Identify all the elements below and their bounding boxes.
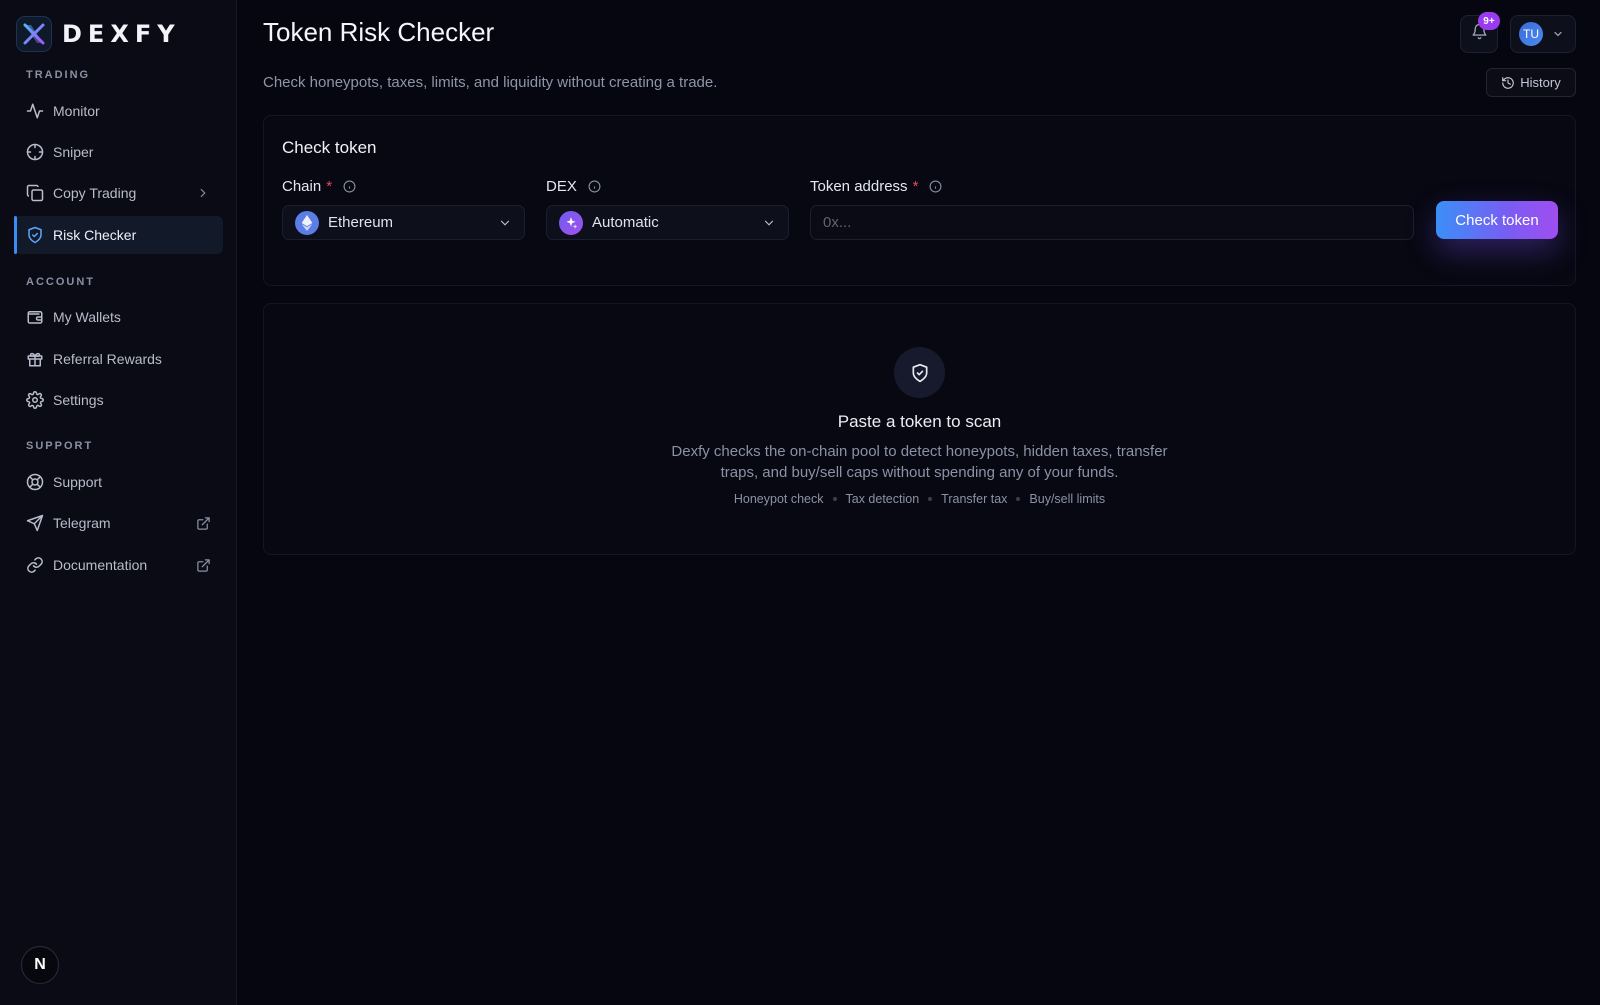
- chain-label-text: Chain: [282, 178, 322, 195]
- copy-icon: [26, 184, 44, 202]
- section-label-trading: TRADING: [26, 69, 91, 81]
- sidebar-item-settings[interactable]: Settings: [14, 381, 223, 419]
- sidebar-item-risk-checker[interactable]: Risk Checker: [14, 216, 223, 254]
- chevron-down-icon: [762, 216, 776, 235]
- brand-name: DEXFY: [62, 20, 181, 48]
- info-icon[interactable]: [929, 180, 942, 193]
- feature-tag: Tax detection: [845, 492, 920, 506]
- dex-select-value: Automatic: [592, 214, 659, 231]
- external-link-icon: [195, 557, 211, 573]
- sidebar-item-label: My Wallets: [53, 309, 121, 325]
- card-title: Check token: [282, 138, 377, 157]
- required-marker: *: [912, 178, 919, 195]
- dex-label: DEX: [546, 178, 601, 195]
- chain-label: Chain *: [282, 178, 356, 195]
- info-icon[interactable]: [588, 180, 601, 193]
- sidebar-item-label: Support: [53, 474, 103, 490]
- chevron-down-icon: [498, 216, 512, 235]
- separator-dot: [832, 497, 837, 501]
- shield-check-icon: [26, 226, 44, 244]
- check-token-button[interactable]: Check token: [1436, 201, 1558, 239]
- section-label-support: SUPPORT: [26, 440, 94, 452]
- shield-check-icon: [894, 347, 945, 398]
- sidebar-item-label: Referral Rewards: [53, 351, 162, 367]
- sidebar: DEXFY TRADING Monitor Sniper Copy Tradin…: [0, 0, 237, 1005]
- wallet-icon: [26, 308, 44, 326]
- link-icon: [26, 556, 44, 574]
- history-button[interactable]: History: [1486, 68, 1576, 97]
- empty-state-title: Paste a token to scan: [837, 412, 1002, 431]
- sidebar-item-label: Monitor: [53, 103, 100, 119]
- page-title: Token Risk Checker: [263, 17, 495, 47]
- feature-tag: Transfer tax: [941, 492, 1008, 506]
- sidebar-item-support[interactable]: Support: [14, 463, 223, 501]
- sidebar-item-sniper[interactable]: Sniper: [14, 133, 223, 171]
- dexfy-logo-icon: [16, 16, 52, 52]
- sidebar-item-label: Copy Trading: [53, 185, 137, 201]
- separator-dot: [1016, 497, 1021, 501]
- sidebar-item-copy-trading[interactable]: Copy Trading: [14, 174, 223, 212]
- chevron-down-icon: [1552, 28, 1564, 40]
- required-marker: *: [326, 178, 333, 195]
- lifebuoy-icon: [26, 473, 44, 491]
- sidebar-item-label: Settings: [53, 392, 104, 408]
- send-icon: [26, 514, 44, 532]
- section-label-account: ACCOUNT: [26, 276, 95, 288]
- sidebar-item-referral-rewards[interactable]: Referral Rewards: [14, 340, 223, 378]
- chevron-right-icon: [195, 185, 211, 201]
- sidebar-item-monitor[interactable]: Monitor: [14, 92, 223, 130]
- sidebar-item-label: Documentation: [53, 557, 148, 573]
- feature-tags: Honeypot check Tax detection Transfer ta…: [264, 492, 1575, 506]
- history-icon: [1501, 76, 1520, 90]
- sidebar-item-label: Risk Checker: [53, 227, 137, 243]
- external-link-icon: [195, 515, 211, 531]
- user-menu-button[interactable]: TU: [1510, 15, 1576, 53]
- sidebar-item-label: Sniper: [53, 144, 94, 160]
- sidebar-item-telegram[interactable]: Telegram: [14, 504, 223, 542]
- chain-select[interactable]: Ethereum: [282, 205, 525, 240]
- gear-icon: [26, 391, 44, 409]
- chain-select-value: Ethereum: [328, 214, 394, 231]
- brand-logo[interactable]: DEXFY: [16, 16, 181, 52]
- info-icon[interactable]: [343, 180, 356, 193]
- page-subtitle: Check honeypots, taxes, limits, and liqu…: [263, 74, 718, 91]
- token-address-label: Token address *: [810, 178, 942, 195]
- feature-tag: Honeypot check: [733, 492, 824, 506]
- dex-select[interactable]: Automatic: [546, 205, 789, 240]
- check-token-card: Check token Chain * Ethereum DEX Automat…: [263, 115, 1576, 286]
- sidebar-item-label: Telegram: [53, 515, 111, 531]
- history-label: History: [1520, 75, 1561, 90]
- ethereum-icon: [295, 210, 319, 235]
- empty-state-card: Paste a token to scan Dexfy checks the o…: [263, 303, 1576, 555]
- separator-dot: [928, 497, 933, 501]
- gift-icon: [26, 350, 44, 368]
- sparkles-icon: [559, 210, 583, 235]
- sidebar-item-documentation[interactable]: Documentation: [14, 546, 223, 584]
- dex-label-text: DEX: [546, 178, 577, 195]
- token-address-label-text: Token address: [810, 178, 908, 195]
- footer-n-badge[interactable]: N: [21, 946, 59, 984]
- crosshair-icon: [26, 143, 44, 161]
- activity-icon: [26, 102, 44, 120]
- notification-count-badge: 9+: [1478, 12, 1500, 30]
- empty-state-description: Dexfy checks the on-chain pool to detect…: [671, 443, 1168, 481]
- sidebar-item-my-wallets[interactable]: My Wallets: [14, 298, 223, 336]
- token-address-input[interactable]: [810, 205, 1414, 240]
- feature-tag: Buy/sell limits: [1029, 492, 1106, 506]
- avatar: TU: [1519, 22, 1543, 46]
